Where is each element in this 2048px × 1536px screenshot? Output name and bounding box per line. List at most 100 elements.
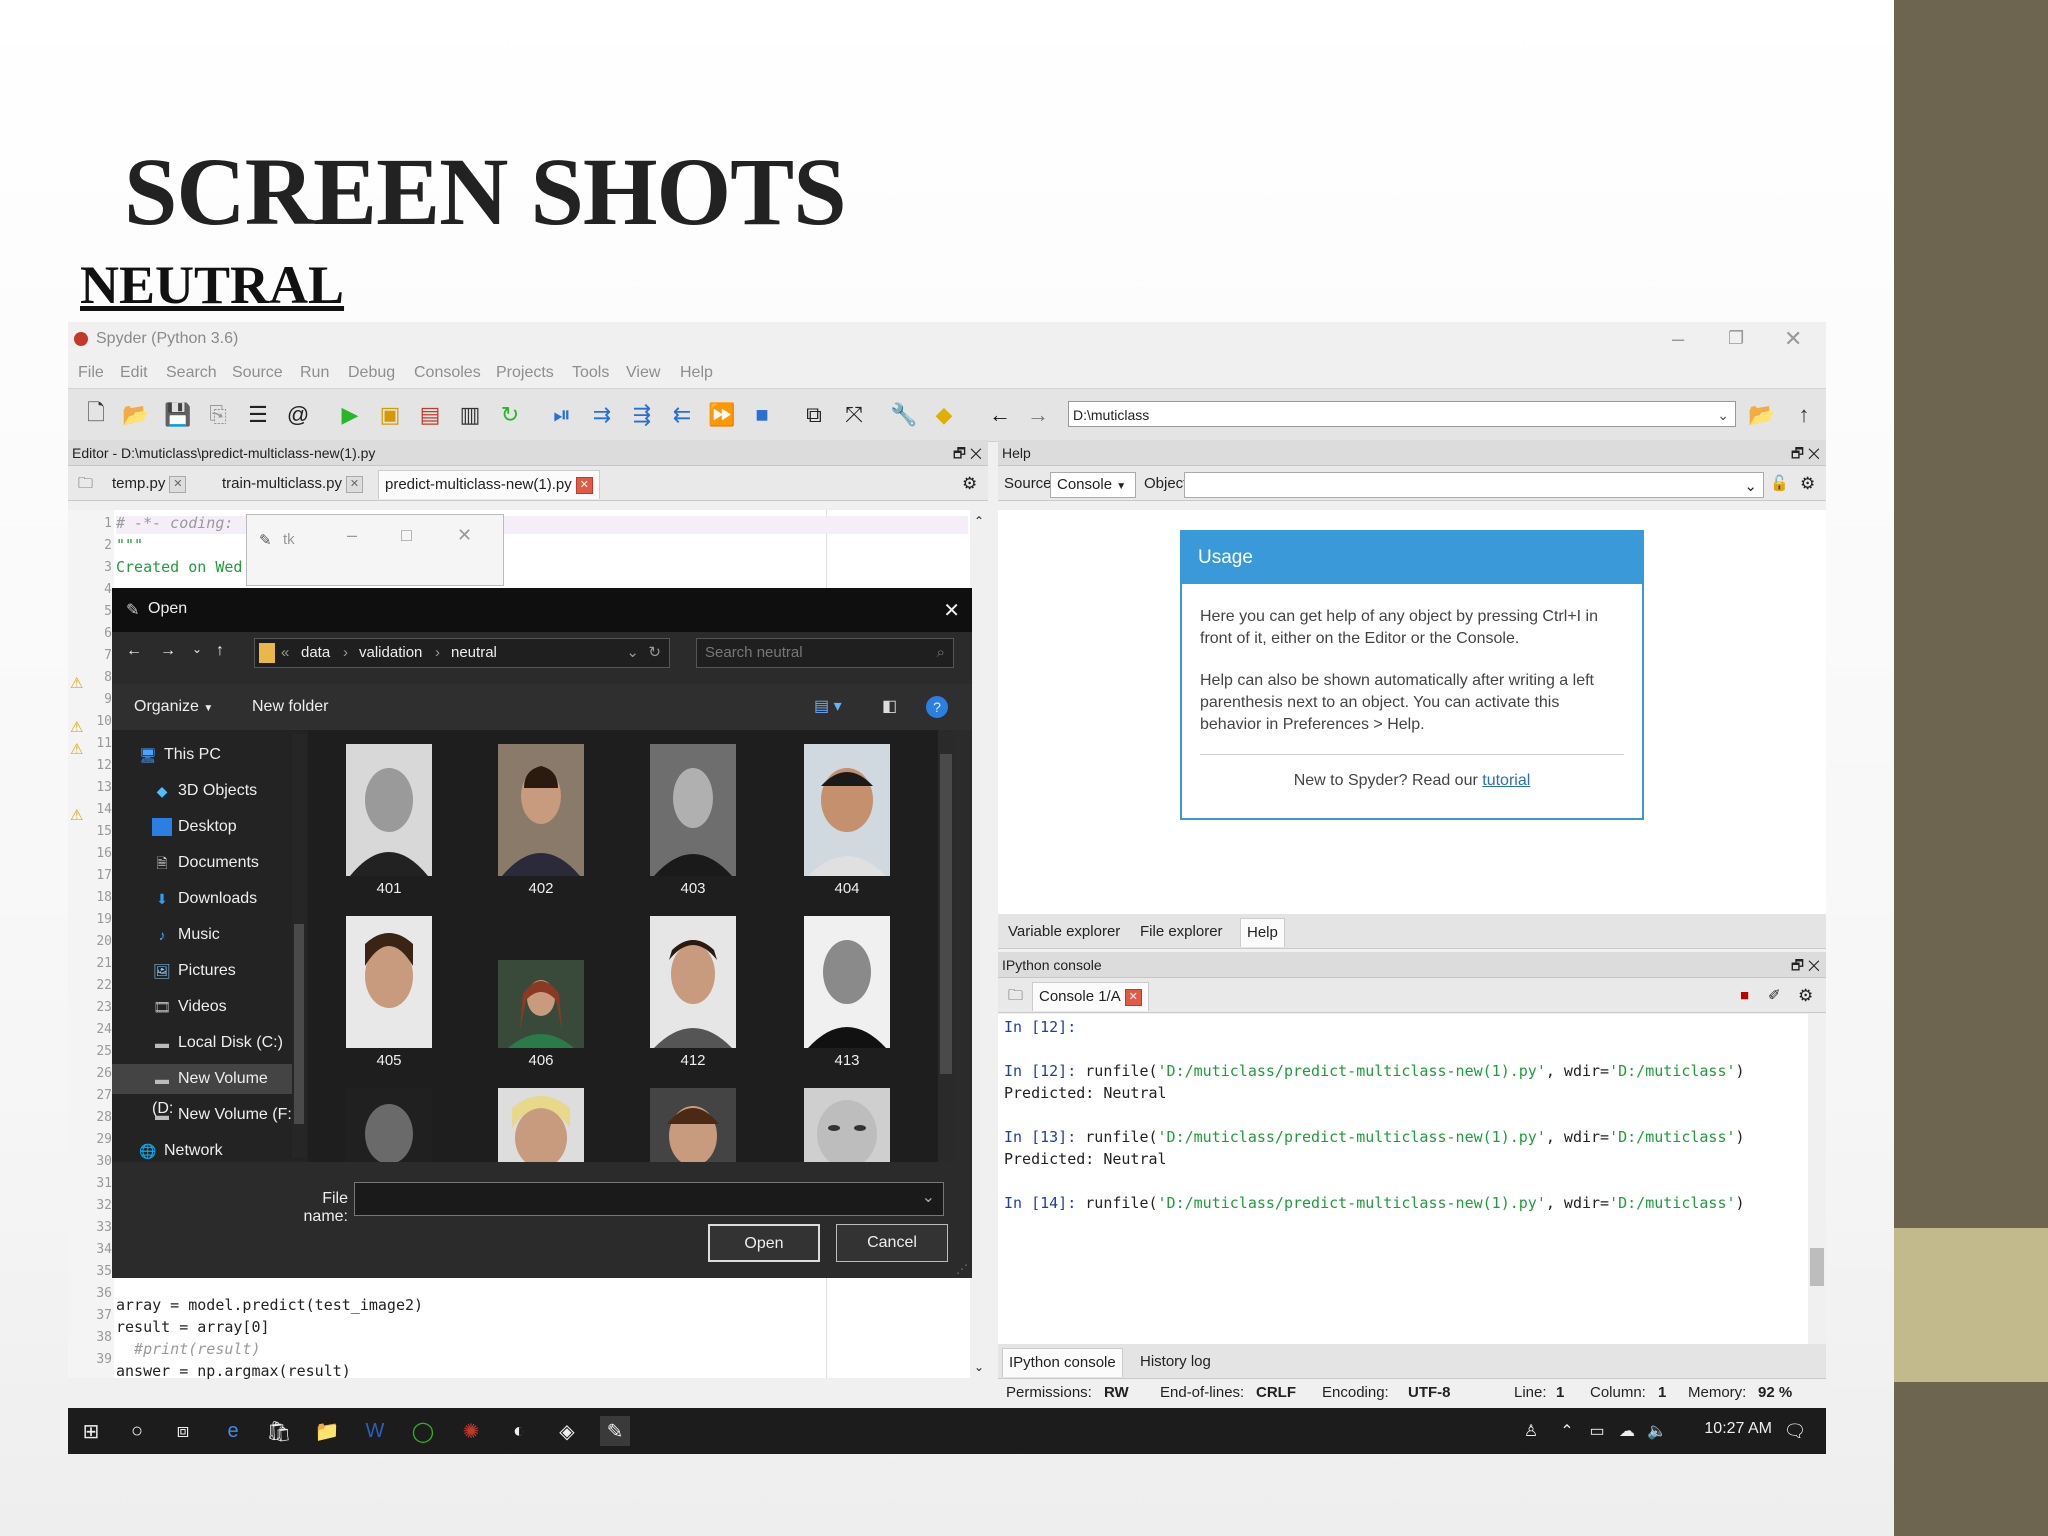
task-view-icon[interactable]: ⧈ (168, 1416, 198, 1446)
close-tab-icon[interactable]: ✕ (1124, 988, 1142, 1006)
close-tab-icon[interactable]: ✕ (575, 476, 593, 494)
nav-pictures[interactable]: 🖼 Pictures (152, 956, 236, 986)
menu-source[interactable]: Source (232, 364, 283, 382)
breadcrumb-neutral[interactable]: neutral (451, 639, 497, 667)
nav-documents[interactable]: 🗎 Documents (152, 848, 259, 878)
anaconda-icon[interactable]: ◯ (408, 1416, 438, 1446)
file-grid-scrollbar[interactable] (938, 730, 954, 1162)
store-icon[interactable]: 🛍 (264, 1416, 294, 1446)
open-file-icon[interactable]: 📂 (122, 401, 150, 429)
working-directory-input[interactable]: D:\muticlass ⌄ (1068, 401, 1736, 427)
run-cell-advance-icon[interactable]: ▤ (416, 401, 444, 429)
menu-file[interactable]: File (78, 364, 104, 382)
minimize-icon[interactable]: – (1672, 326, 1684, 352)
windows-start-icon[interactable]: ⊞ (76, 1416, 106, 1446)
restore-icon[interactable]: ❐ (1728, 328, 1744, 349)
breadcrumb-validation[interactable]: validation (359, 639, 422, 667)
file-name[interactable]: 403 (650, 880, 736, 897)
run-icon[interactable]: ▶ (336, 401, 364, 429)
minimize-icon[interactable]: – (347, 525, 357, 546)
at-icon[interactable]: @ (284, 401, 312, 429)
preferences-wrench-icon[interactable]: 🔧 (890, 401, 918, 429)
warning-icon[interactable]: ⚠ (70, 718, 83, 736)
parent-dir-icon[interactable]: ↑ (1790, 401, 1818, 429)
forward-arrow-icon[interactable]: → (160, 642, 176, 660)
lock-icon[interactable]: 🔓 (1764, 470, 1795, 498)
menu-debug[interactable]: Debug (348, 364, 395, 382)
tab-history-log[interactable]: History log (1134, 1348, 1217, 1376)
maximize-icon[interactable]: □ (401, 525, 412, 546)
organize-button[interactable]: Organize ▼ (134, 698, 213, 716)
object-input[interactable]: ⌄ (1184, 472, 1764, 498)
continue-icon[interactable]: ⏩ (708, 401, 736, 429)
search-input[interactable]: Search neutral ⌕ (696, 638, 954, 668)
nav-3d-objects[interactable]: ◆ 3D Objects (152, 776, 258, 806)
new-file-icon[interactable]: 🗋 (82, 400, 110, 429)
tab-file-explorer[interactable]: File explorer (1134, 918, 1229, 946)
network-icon[interactable]: ☁ (1612, 1416, 1642, 1446)
back-arrow-icon[interactable]: ← (986, 401, 1014, 429)
file-thumbnail-412[interactable] (650, 916, 736, 1048)
undock-close-icon[interactable]: 🗗 ✕ (953, 440, 982, 466)
nav-desktop[interactable]: Desktop (152, 812, 237, 842)
file-name[interactable]: 401 (346, 880, 432, 897)
browse-folder-icon[interactable]: 📂 (1748, 401, 1776, 429)
close-icon[interactable]: ✕ (457, 525, 472, 546)
file-thumbnail-413[interactable] (804, 916, 890, 1048)
tab-predict-multiclass[interactable]: predict-multiclass-new(1).py ✕ (378, 470, 600, 499)
browse-tabs-icon[interactable]: 🗀 (72, 470, 99, 498)
warning-icon[interactable]: ⚠ (70, 740, 83, 758)
menu-view[interactable]: View (626, 364, 660, 382)
media-icon[interactable]: ◐ (504, 1416, 534, 1446)
file-thumbnail[interactable] (346, 1088, 432, 1162)
back-arrow-icon[interactable]: ← (126, 642, 142, 660)
step-icon[interactable]: ⇉ (588, 401, 616, 429)
file-thumbnail[interactable] (804, 1088, 890, 1162)
tab-console-1[interactable]: Console 1/A ✕ (1032, 982, 1149, 1011)
nav-videos[interactable]: 🎞 Videos (152, 992, 227, 1022)
warning-icon[interactable]: ⚠ (70, 674, 83, 692)
source-select[interactable]: Console ▼ (1050, 472, 1136, 498)
new-folder-button[interactable]: New folder (252, 698, 328, 716)
gear-icon[interactable]: ⚙ (956, 470, 983, 498)
nav-network[interactable]: 🌐 Network (138, 1136, 222, 1166)
file-thumbnail-404[interactable] (804, 744, 890, 876)
open-button[interactable]: Open (708, 1224, 820, 1262)
address-bar[interactable]: « data › validation › neutral ⌄ ↻ (254, 638, 670, 668)
close-tab-icon[interactable]: ✕ (169, 475, 187, 493)
tab-help[interactable]: Help (1240, 918, 1285, 947)
menu-run[interactable]: Run (300, 364, 329, 382)
nav-new-volume-f[interactable]: ▬ New Volume (F:) (152, 1100, 297, 1130)
gear-icon[interactable]: ⚙ (1794, 470, 1821, 498)
preview-pane-icon[interactable]: ◧ (882, 696, 897, 716)
file-name[interactable]: 406 (498, 1052, 584, 1069)
file-thumbnail-405[interactable] (346, 916, 432, 1048)
ipython-console[interactable]: In [12]: In [12]: runfile('D:/muticlass/… (998, 1014, 1826, 1344)
nav-this-pc[interactable]: 🖥 This PC (138, 740, 221, 770)
clear-console-icon[interactable]: ✐ (1762, 982, 1787, 1010)
menu-search[interactable]: Search (166, 364, 217, 382)
file-name[interactable]: 404 (804, 880, 890, 897)
resize-grip-icon[interactable]: ⋰ (956, 1262, 968, 1276)
cortana-icon[interactable]: ○ (122, 1416, 152, 1446)
undock-close-icon[interactable]: 🗗 ✕ (1791, 440, 1820, 466)
tab-variable-explorer[interactable]: Variable explorer (1002, 918, 1126, 946)
menu-projects[interactable]: Projects (496, 364, 554, 382)
python-taskbar-icon[interactable]: ◈ (552, 1416, 582, 1446)
menu-consoles[interactable]: Consoles (414, 364, 481, 382)
file-thumbnail[interactable] (650, 1088, 736, 1162)
taskbar-clock[interactable]: 10:27 AM (1704, 1420, 1772, 1438)
chevron-up-icon[interactable]: ⌃ (974, 514, 984, 528)
close-icon[interactable]: ✕ (1784, 326, 1802, 352)
cancel-button[interactable]: Cancel (836, 1224, 948, 1262)
file-thumbnail[interactable] (498, 1088, 584, 1162)
chevron-down-icon[interactable]: ⌄ (974, 1360, 984, 1374)
breadcrumb-overflow-icon[interactable]: « (281, 639, 289, 667)
chevron-up-icon[interactable]: ⌃ (1552, 1416, 1582, 1446)
people-icon[interactable]: ♙ (1516, 1416, 1546, 1446)
scroll-thumb[interactable] (294, 924, 304, 1124)
tab-ipython-console[interactable]: IPython console (1002, 1348, 1123, 1377)
tk-window[interactable]: ✎ tk – □ ✕ (246, 514, 504, 586)
view-options-icon[interactable]: ▤ ▾ (814, 696, 842, 716)
step-into-icon[interactable]: ⇶ (628, 401, 656, 429)
